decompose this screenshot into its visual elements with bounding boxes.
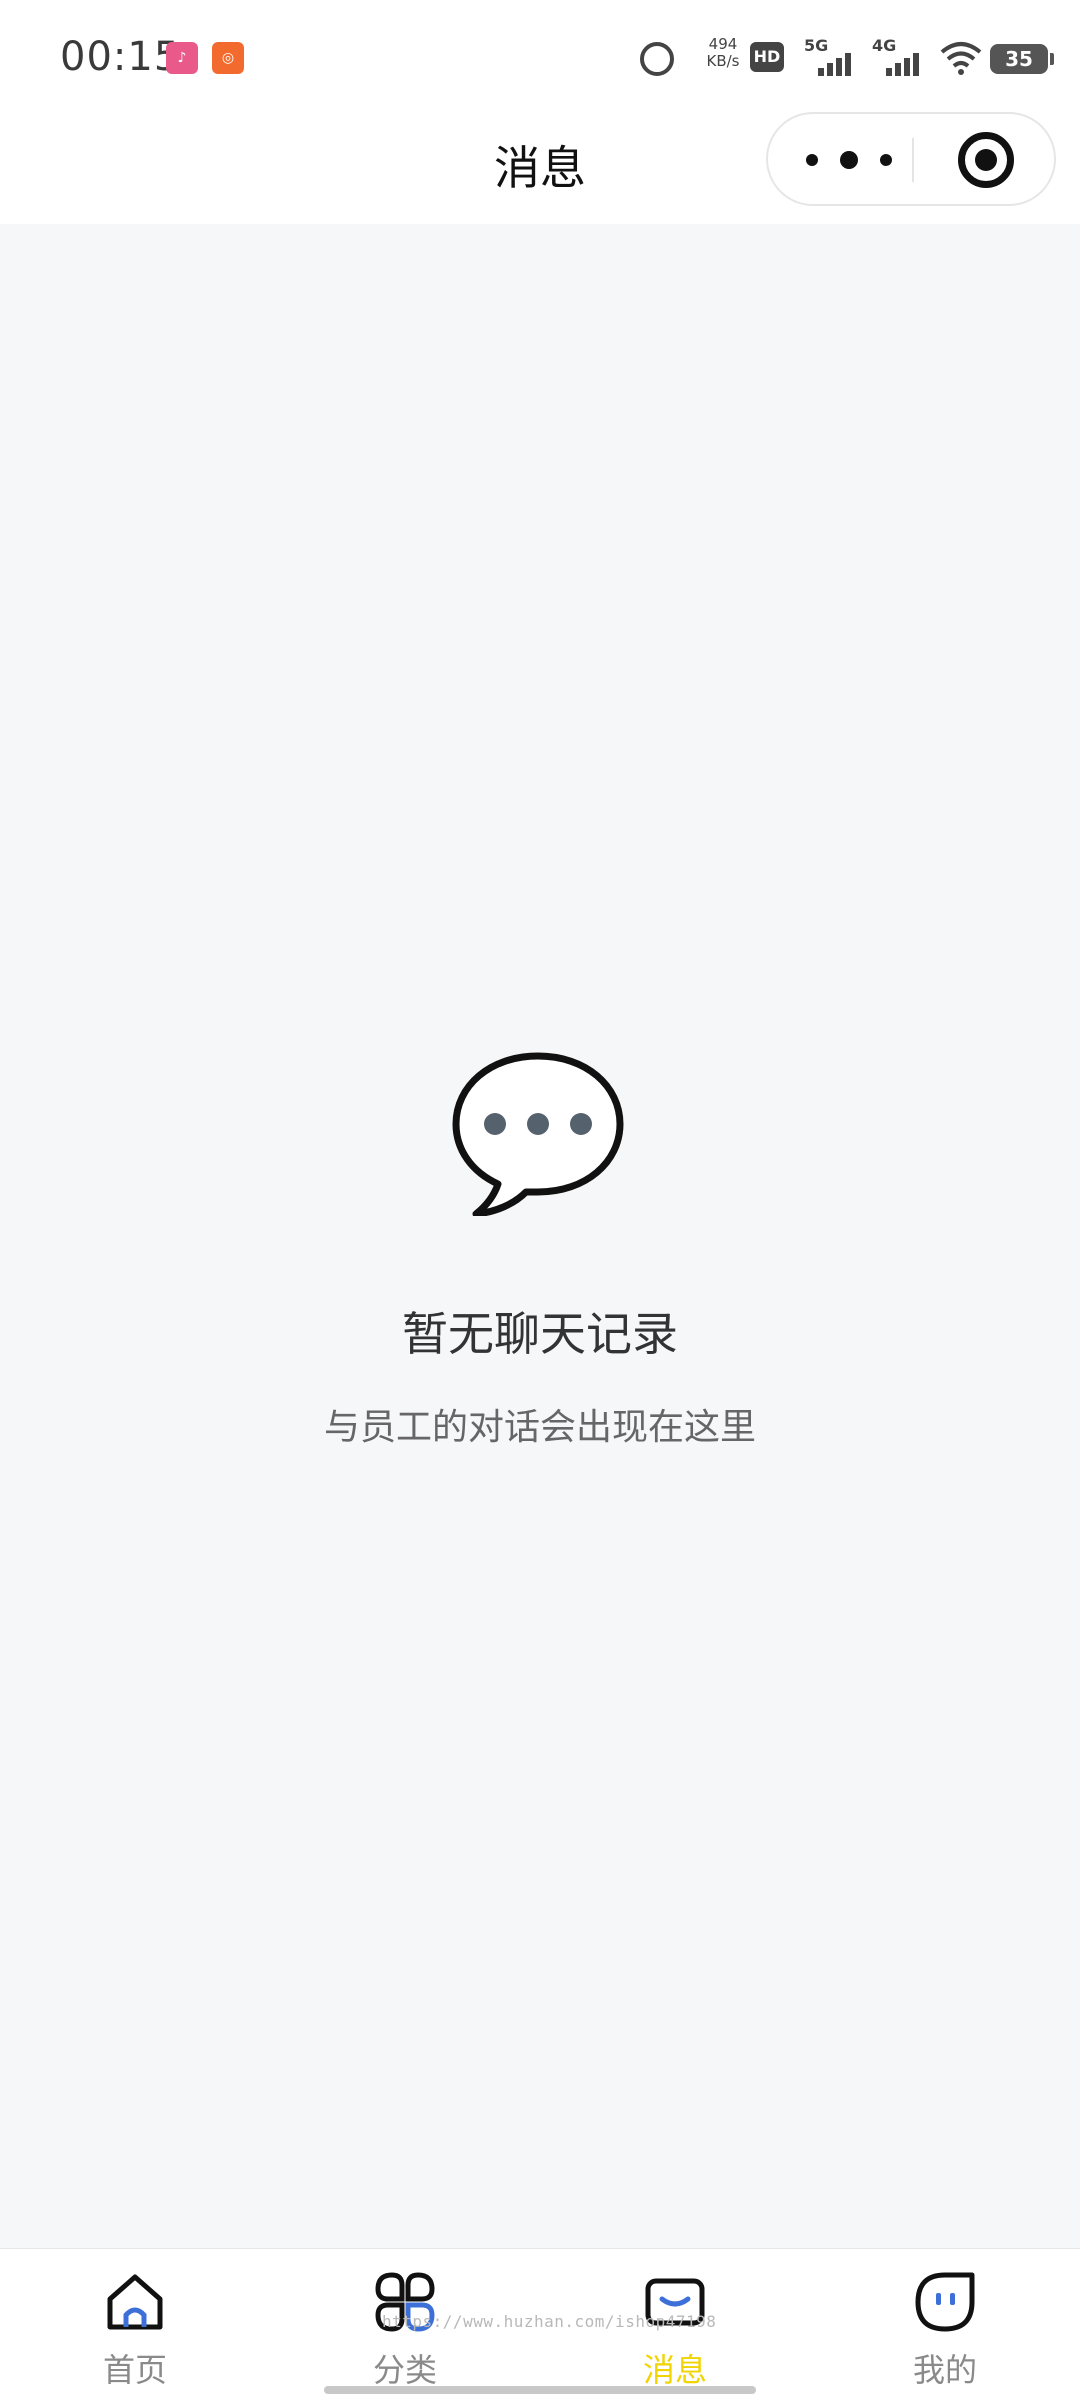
- tab-label: 分类: [372, 2351, 437, 2389]
- tab-profile[interactable]: 我的: [810, 2249, 1080, 2389]
- tab-home[interactable]: 首页: [0, 2249, 270, 2389]
- alarm-icon: [640, 42, 674, 76]
- status-bar: 00:15 ♪ ◎ 494 KB/s HD 5G 4G 35: [0, 0, 1080, 110]
- app-notification-icon: ♪: [166, 42, 198, 74]
- home-indicator: [324, 2386, 756, 2394]
- chat-bubble-icon: [452, 1052, 624, 1216]
- network-speed: 494 KB/s: [698, 36, 748, 70]
- navigation-bar: 消息: [0, 110, 1080, 224]
- empty-state-subtitle: 与员工的对话会出现在这里: [323, 1407, 756, 1448]
- capsule-divider: [912, 138, 914, 182]
- empty-state-title: 暂无聊天记录: [402, 1307, 678, 1361]
- cellular-signal-5g-icon: 5G: [804, 36, 860, 76]
- app-notification-icon: ◎: [212, 42, 244, 74]
- cellular-signal-4g-icon: 4G: [872, 36, 928, 76]
- battery-icon: 35: [990, 44, 1054, 74]
- tab-label: 消息: [642, 2351, 707, 2389]
- status-time: 00:15: [60, 34, 181, 80]
- mini-program-capsule: [766, 112, 1056, 206]
- tab-label: 我的: [912, 2351, 977, 2389]
- network-speed-unit: KB/s: [706, 52, 740, 70]
- home-icon: [107, 2274, 163, 2330]
- hd-icon: HD: [750, 42, 784, 72]
- watermark: https://www.huzhan.com/ishop47198: [382, 2312, 717, 2331]
- tab-label: 首页: [102, 2351, 167, 2389]
- more-icon: [806, 154, 818, 166]
- network-speed-value: 494: [708, 35, 738, 53]
- more-options-button[interactable]: [798, 136, 918, 184]
- profile-icon: [915, 2272, 975, 2332]
- wifi-icon: [940, 42, 982, 75]
- close-miniprogram-button[interactable]: [958, 132, 1014, 188]
